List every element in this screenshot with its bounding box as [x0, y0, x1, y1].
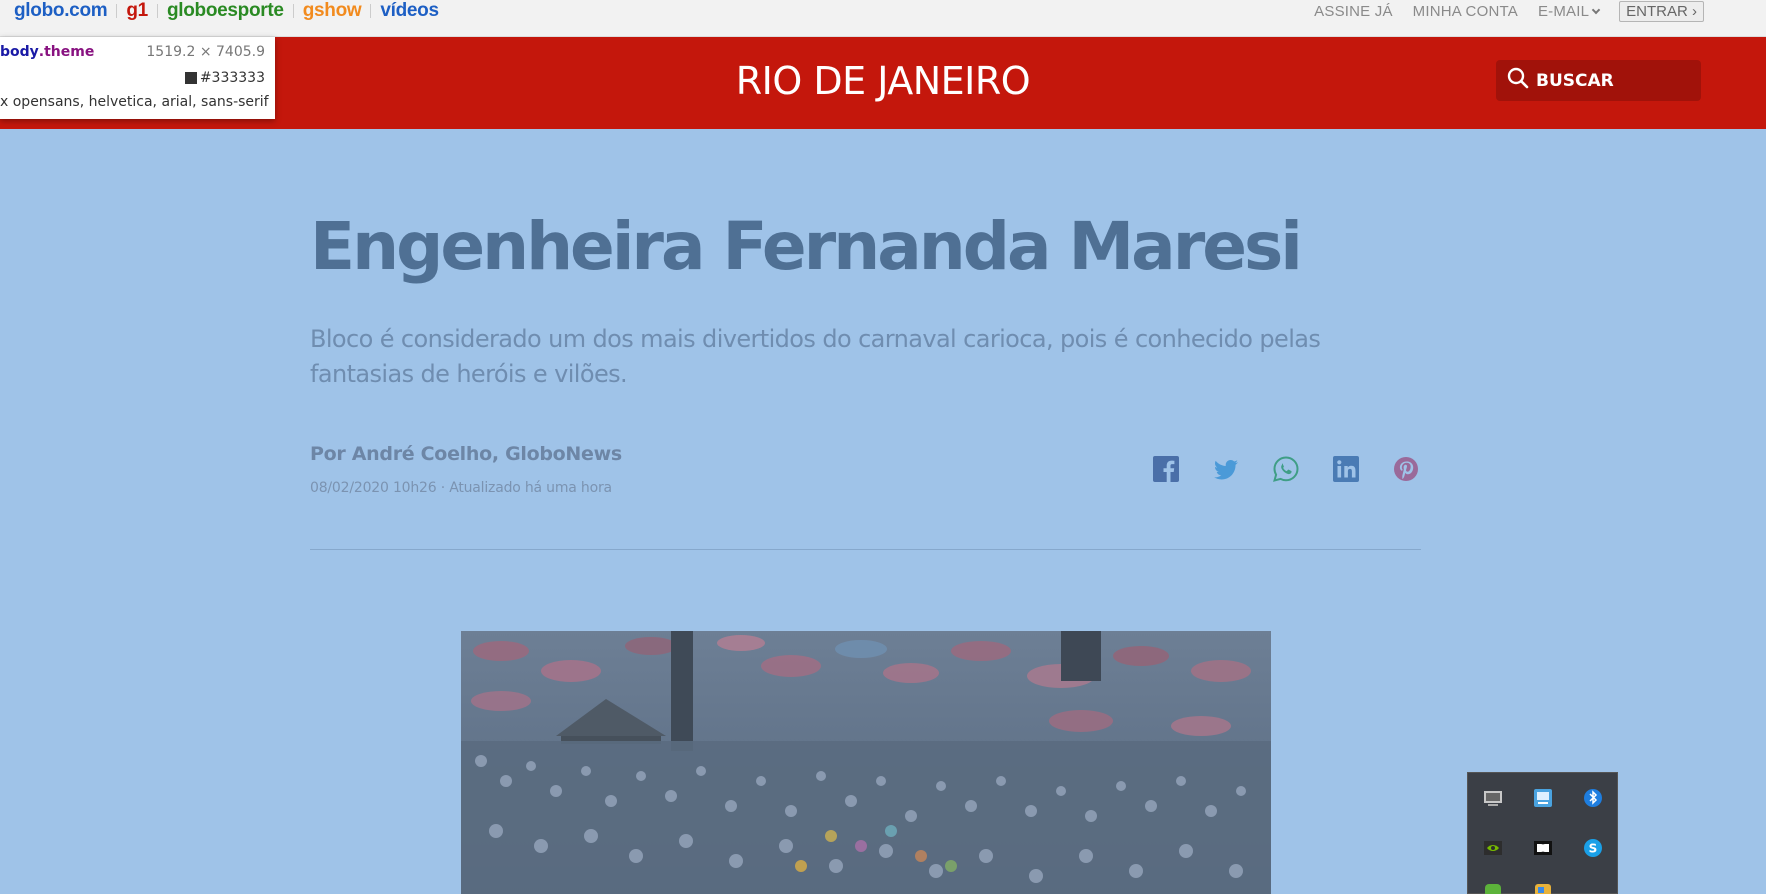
devtools-inspect-tooltip: body.theme 1519.2 × 7405.9 #333333 x ope…: [0, 37, 275, 119]
skype-icon[interactable]: S: [1582, 837, 1604, 859]
brand-link-globoesporte[interactable]: globoesporte: [167, 0, 284, 22]
share-bar: [1152, 455, 1420, 483]
search-button[interactable]: BUSCAR: [1496, 60, 1701, 101]
network-settings-icon[interactable]: [1532, 787, 1554, 809]
article-divider: [310, 549, 1421, 550]
tooltip-selector: body.theme: [0, 44, 94, 60]
twitter-icon[interactable]: [1212, 455, 1240, 483]
brand-divider: [292, 4, 294, 18]
pinterest-icon[interactable]: [1392, 455, 1420, 483]
dolby-icon[interactable]: [1532, 837, 1554, 859]
tooltip-font: x opensans, helvetica, arial, sans-serif: [0, 94, 269, 110]
email-menu-label: E-MAIL: [1537, 2, 1590, 20]
whatsapp-icon[interactable]: [1272, 455, 1300, 483]
account-links: ASSINE JÁ MINHA CONTA E-MAIL ENTRAR ›: [1314, 0, 1704, 22]
brand-divider: [370, 4, 372, 18]
brand-link-globo[interactable]: globo.com: [14, 0, 108, 22]
chevron-down-icon: [1591, 5, 1601, 14]
search-label: BUSCAR: [1536, 70, 1614, 91]
facebook-icon[interactable]: [1152, 455, 1180, 483]
article-photo: [461, 631, 1271, 894]
yellow-app-icon[interactable]: [1532, 881, 1554, 894]
article-byline: Por André Coelho, GloboNews: [310, 443, 622, 465]
system-tray-overflow: S: [1467, 772, 1618, 894]
search-icon: [1506, 66, 1530, 95]
svg-text:S: S: [1589, 842, 1598, 856]
email-menu[interactable]: E-MAIL: [1537, 2, 1601, 20]
tooltip-color-value: #333333: [199, 70, 265, 86]
login-button[interactable]: ENTRAR ›: [1619, 0, 1704, 22]
brand-divider: [156, 4, 158, 18]
tooltip-dimensions: 1519.2 × 7405.9: [146, 44, 265, 60]
brand-link-gshow[interactable]: gshow: [303, 0, 362, 22]
tooltip-color: #333333: [184, 70, 265, 86]
linkedin-icon[interactable]: [1332, 455, 1360, 483]
brand-divider: [116, 4, 118, 18]
green-app-icon[interactable]: [1482, 881, 1504, 894]
brand-links: globo.com g1 globoesporte gshow vídeos: [14, 0, 439, 22]
article-subtitle: Bloco é considerado um dos mais divertid…: [310, 325, 1321, 388]
my-account-link[interactable]: MINHA CONTA: [1413, 3, 1518, 20]
globo-top-bar: globo.com g1 globoesporte gshow vídeos A…: [0, 0, 1766, 37]
bluetooth-icon[interactable]: [1582, 787, 1604, 809]
tooltip-selector-tag: body: [0, 44, 39, 60]
article-dateline: 08/02/2020 10h26 · Atualizado há uma hor…: [310, 480, 612, 496]
nvidia-icon[interactable]: [1482, 837, 1504, 859]
display-icon[interactable]: [1482, 787, 1504, 809]
color-swatch: [184, 72, 197, 84]
brand-link-videos[interactable]: vídeos: [380, 0, 439, 22]
tooltip-selector-class: .theme: [38, 44, 95, 60]
article-title: Engenheira Fernanda Maresi: [310, 208, 1303, 285]
subscribe-link[interactable]: ASSINE JÁ: [1314, 3, 1393, 20]
brand-link-g1[interactable]: g1: [126, 0, 148, 22]
